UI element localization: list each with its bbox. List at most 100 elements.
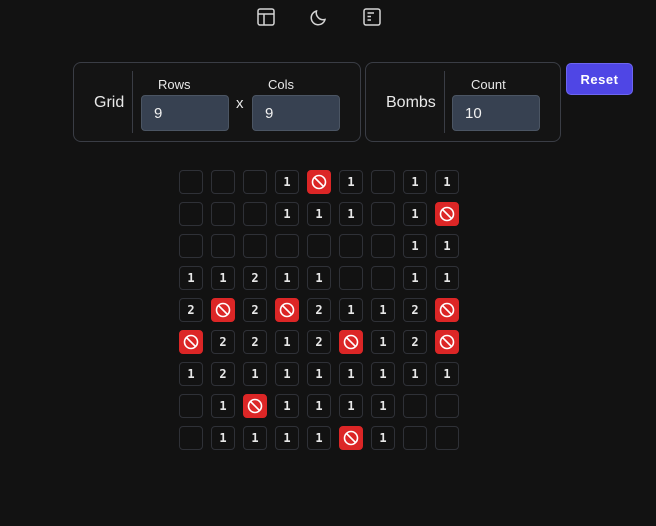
cols-input[interactable] — [252, 95, 340, 131]
bomb-icon — [215, 302, 231, 318]
number-cell[interactable]: 1 — [307, 266, 331, 290]
number-cell[interactable]: 2 — [243, 266, 267, 290]
number-cell[interactable]: 1 — [243, 362, 267, 386]
empty-cell[interactable] — [179, 234, 203, 258]
number-cell[interactable]: 1 — [307, 426, 331, 450]
number-cell[interactable]: 1 — [275, 202, 299, 226]
number-cell[interactable]: 1 — [403, 170, 427, 194]
number-cell[interactable]: 1 — [179, 362, 203, 386]
bomb-cell[interactable] — [435, 330, 459, 354]
number-cell[interactable]: 1 — [211, 394, 235, 418]
bomb-icon — [247, 398, 263, 414]
panel-icon[interactable] — [361, 6, 383, 28]
number-cell[interactable]: 1 — [275, 330, 299, 354]
empty-cell[interactable] — [371, 266, 395, 290]
number-cell[interactable]: 2 — [179, 298, 203, 322]
empty-cell[interactable] — [179, 426, 203, 450]
number-cell[interactable]: 2 — [243, 298, 267, 322]
number-cell[interactable]: 1 — [403, 266, 427, 290]
bomb-cell[interactable] — [179, 330, 203, 354]
empty-cell[interactable] — [403, 426, 427, 450]
number-cell[interactable]: 1 — [339, 362, 363, 386]
number-cell[interactable]: 1 — [339, 170, 363, 194]
number-cell[interactable]: 1 — [275, 394, 299, 418]
count-label: Count — [471, 77, 506, 92]
bomb-cell[interactable] — [211, 298, 235, 322]
empty-cell[interactable] — [403, 394, 427, 418]
empty-cell[interactable] — [179, 170, 203, 194]
empty-cell[interactable] — [179, 394, 203, 418]
number-cell[interactable]: 1 — [307, 202, 331, 226]
number-cell[interactable]: 1 — [371, 330, 395, 354]
number-cell[interactable]: 1 — [435, 266, 459, 290]
number-cell[interactable]: 1 — [211, 266, 235, 290]
empty-cell[interactable] — [179, 202, 203, 226]
bombs-label: Bombs — [386, 94, 436, 111]
number-cell[interactable]: 2 — [307, 330, 331, 354]
empty-cell[interactable] — [307, 234, 331, 258]
empty-cell[interactable] — [371, 234, 395, 258]
number-cell[interactable]: 1 — [275, 170, 299, 194]
number-cell[interactable]: 1 — [339, 202, 363, 226]
top-toolbar — [0, 6, 656, 28]
empty-cell[interactable] — [339, 234, 363, 258]
number-cell[interactable]: 1 — [339, 298, 363, 322]
bombs-divider — [444, 71, 445, 133]
number-cell[interactable]: 1 — [307, 394, 331, 418]
bomb-cell[interactable] — [339, 426, 363, 450]
empty-cell[interactable] — [243, 234, 267, 258]
number-cell[interactable]: 1 — [403, 202, 427, 226]
bomb-cell[interactable] — [275, 298, 299, 322]
number-cell[interactable]: 1 — [211, 426, 235, 450]
layout-icon[interactable] — [255, 6, 277, 28]
number-cell[interactable]: 2 — [211, 330, 235, 354]
number-cell[interactable]: 1 — [371, 394, 395, 418]
number-cell[interactable]: 1 — [371, 362, 395, 386]
number-cell[interactable]: 2 — [307, 298, 331, 322]
number-cell[interactable]: 1 — [403, 362, 427, 386]
number-cell[interactable]: 2 — [403, 298, 427, 322]
number-cell[interactable]: 1 — [275, 266, 299, 290]
number-cell[interactable]: 2 — [211, 362, 235, 386]
empty-cell[interactable] — [211, 170, 235, 194]
number-cell[interactable]: 1 — [435, 234, 459, 258]
number-cell[interactable]: 2 — [243, 330, 267, 354]
empty-cell[interactable] — [243, 202, 267, 226]
empty-cell[interactable] — [371, 170, 395, 194]
bomb-cell[interactable] — [435, 202, 459, 226]
empty-cell[interactable] — [211, 202, 235, 226]
number-cell[interactable]: 1 — [403, 234, 427, 258]
number-cell[interactable]: 1 — [371, 298, 395, 322]
number-cell[interactable]: 1 — [371, 426, 395, 450]
number-cell[interactable]: 1 — [275, 426, 299, 450]
bomb-icon — [183, 334, 199, 350]
empty-cell[interactable] — [435, 394, 459, 418]
reset-button[interactable]: Reset — [566, 63, 633, 95]
bomb-icon — [343, 430, 359, 446]
cols-label: Cols — [268, 77, 295, 92]
count-input[interactable] — [452, 95, 540, 131]
number-cell[interactable]: 1 — [243, 426, 267, 450]
number-cell[interactable]: 1 — [339, 394, 363, 418]
empty-cell[interactable] — [275, 234, 299, 258]
number-cell[interactable]: 1 — [275, 362, 299, 386]
rows-input[interactable] — [141, 95, 229, 131]
bomb-cell[interactable] — [307, 170, 331, 194]
empty-cell[interactable] — [435, 426, 459, 450]
empty-cell[interactable] — [371, 202, 395, 226]
number-cell[interactable]: 1 — [307, 362, 331, 386]
moon-icon[interactable] — [308, 6, 330, 28]
empty-cell[interactable] — [211, 234, 235, 258]
bomb-icon — [439, 206, 455, 222]
rows-label: Rows — [158, 77, 191, 92]
minesweeper-board: 1111111111112111122211222121212111111111… — [179, 170, 459, 450]
bomb-cell[interactable] — [435, 298, 459, 322]
number-cell[interactable]: 2 — [403, 330, 427, 354]
number-cell[interactable]: 1 — [179, 266, 203, 290]
number-cell[interactable]: 1 — [435, 170, 459, 194]
empty-cell[interactable] — [339, 266, 363, 290]
number-cell[interactable]: 1 — [435, 362, 459, 386]
bomb-cell[interactable] — [339, 330, 363, 354]
empty-cell[interactable] — [243, 170, 267, 194]
bomb-cell[interactable] — [243, 394, 267, 418]
